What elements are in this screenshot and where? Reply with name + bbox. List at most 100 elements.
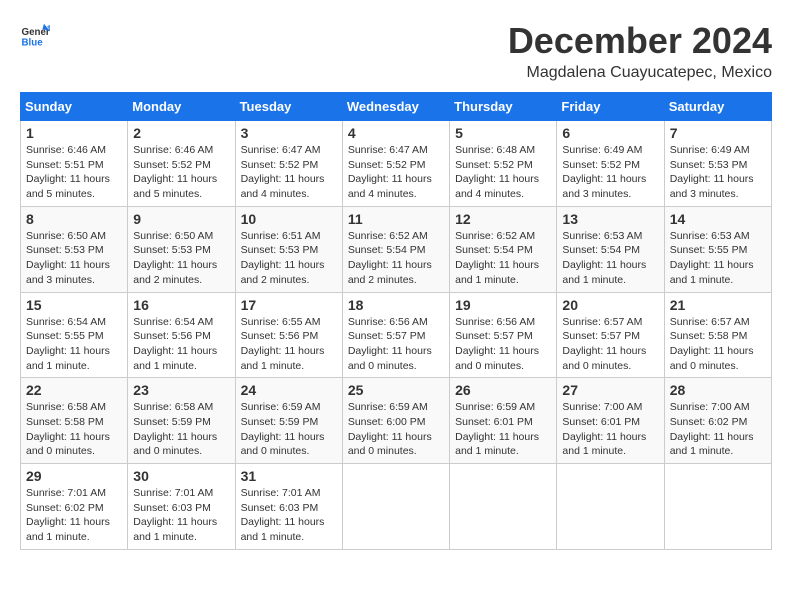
day-info: Sunrise: 6:52 AM Sunset: 5:54 PM Dayligh… <box>455 229 551 288</box>
calendar-cell: 18 Sunrise: 6:56 AM Sunset: 5:57 PM Dayli… <box>342 292 449 378</box>
calendar-cell: 4 Sunrise: 6:47 AM Sunset: 5:52 PM Daylig… <box>342 121 449 207</box>
day-number: 24 <box>241 382 337 398</box>
day-info: Sunrise: 6:55 AM Sunset: 5:56 PM Dayligh… <box>241 315 337 374</box>
day-number: 23 <box>133 382 229 398</box>
day-number: 18 <box>348 297 444 313</box>
calendar-cell: 9Sunrise: 6:50 AM Sunset: 5:53 PM Daylig… <box>128 206 235 292</box>
day-info: Sunrise: 6:56 AM Sunset: 5:57 PM Dayligh… <box>348 315 444 374</box>
day-number: 27 <box>562 382 658 398</box>
day-info: Sunrise: 6:47 AM Sunset: 5:52 PM Dayligh… <box>241 143 337 202</box>
day-info: Sunrise: 6:58 AM Sunset: 5:59 PM Dayligh… <box>133 400 229 459</box>
day-number: 1 <box>26 125 122 141</box>
day-info: Sunrise: 7:01 AM Sunset: 6:03 PM Dayligh… <box>241 486 337 545</box>
svg-text:Blue: Blue <box>22 38 44 49</box>
calendar-cell: 22 Sunrise: 6:58 AM Sunset: 5:58 PM Dayli… <box>21 378 128 464</box>
day-info: Sunrise: 6:49 AM Sunset: 5:52 PM Dayligh… <box>562 143 658 202</box>
calendar-cell: 15 Sunrise: 6:54 AM Sunset: 5:55 PM Dayli… <box>21 292 128 378</box>
week-row: 8 Sunrise: 6:50 AM Sunset: 5:53 PM Daylig… <box>21 206 772 292</box>
day-number: 19 <box>455 297 551 313</box>
weekday-header: Monday <box>128 93 235 121</box>
calendar-cell: 25Sunrise: 6:59 AM Sunset: 6:00 PM Dayli… <box>342 378 449 464</box>
day-number: 10 <box>241 211 337 227</box>
weekday-header: Saturday <box>664 93 771 121</box>
week-row: 29 Sunrise: 7:01 AM Sunset: 6:02 PM Dayli… <box>21 464 772 550</box>
calendar-table: SundayMondayTuesdayWednesdayThursdayFrid… <box>20 92 772 550</box>
weekday-header: Thursday <box>450 93 557 121</box>
day-info: Sunrise: 6:50 AM Sunset: 5:53 PM Dayligh… <box>26 229 122 288</box>
day-info: Sunrise: 6:54 AM Sunset: 5:55 PM Dayligh… <box>26 315 122 374</box>
day-number: 29 <box>26 468 122 484</box>
day-number: 22 <box>26 382 122 398</box>
week-row: 15 Sunrise: 6:54 AM Sunset: 5:55 PM Dayli… <box>21 292 772 378</box>
day-number: 21 <box>670 297 766 313</box>
calendar-cell: 6 Sunrise: 6:49 AM Sunset: 5:52 PM Daylig… <box>557 121 664 207</box>
calendar-cell: 29 Sunrise: 7:01 AM Sunset: 6:02 PM Dayli… <box>21 464 128 550</box>
calendar-cell <box>664 464 771 550</box>
day-number: 16 <box>133 297 229 313</box>
day-info: Sunrise: 6:56 AM Sunset: 5:57 PM Dayligh… <box>455 315 551 374</box>
day-number: 6 <box>562 125 658 141</box>
calendar-cell: 12Sunrise: 6:52 AM Sunset: 5:54 PM Dayli… <box>450 206 557 292</box>
calendar-cell: 3 Sunrise: 6:47 AM Sunset: 5:52 PM Daylig… <box>235 121 342 207</box>
day-info: Sunrise: 6:59 AM Sunset: 6:00 PM Dayligh… <box>348 400 444 459</box>
day-number: 8 <box>26 211 122 227</box>
day-info: Sunrise: 6:46 AM Sunset: 5:51 PM Dayligh… <box>26 143 122 202</box>
calendar-cell: 14Sunrise: 6:53 AM Sunset: 5:55 PM Dayli… <box>664 206 771 292</box>
calendar-cell: 16 Sunrise: 6:54 AM Sunset: 5:56 PM Dayli… <box>128 292 235 378</box>
calendar-cell: 8 Sunrise: 6:50 AM Sunset: 5:53 PM Daylig… <box>21 206 128 292</box>
calendar-cell: 27 Sunrise: 7:00 AM Sunset: 6:01 PM Dayli… <box>557 378 664 464</box>
week-row: 1 Sunrise: 6:46 AM Sunset: 5:51 PM Daylig… <box>21 121 772 207</box>
calendar-cell: 10Sunrise: 6:51 AM Sunset: 5:53 PM Dayli… <box>235 206 342 292</box>
day-number: 15 <box>26 297 122 313</box>
day-number: 31 <box>241 468 337 484</box>
calendar-cell: 19 Sunrise: 6:56 AM Sunset: 5:57 PM Dayli… <box>450 292 557 378</box>
calendar-cell: 2 Sunrise: 6:46 AM Sunset: 5:52 PM Daylig… <box>128 121 235 207</box>
calendar-cell: 11Sunrise: 6:52 AM Sunset: 5:54 PM Dayli… <box>342 206 449 292</box>
day-number: 9 <box>133 211 229 227</box>
day-info: Sunrise: 7:01 AM Sunset: 6:03 PM Dayligh… <box>133 486 229 545</box>
week-row: 22 Sunrise: 6:58 AM Sunset: 5:58 PM Dayli… <box>21 378 772 464</box>
calendar-cell: 20Sunrise: 6:57 AM Sunset: 5:57 PM Dayli… <box>557 292 664 378</box>
weekday-header: Tuesday <box>235 93 342 121</box>
day-info: Sunrise: 6:52 AM Sunset: 5:54 PM Dayligh… <box>348 229 444 288</box>
month-title: December 2024 <box>508 20 772 62</box>
day-info: Sunrise: 6:47 AM Sunset: 5:52 PM Dayligh… <box>348 143 444 202</box>
day-info: Sunrise: 7:00 AM Sunset: 6:02 PM Dayligh… <box>670 400 766 459</box>
day-number: 5 <box>455 125 551 141</box>
day-number: 4 <box>348 125 444 141</box>
day-info: Sunrise: 6:58 AM Sunset: 5:58 PM Dayligh… <box>26 400 122 459</box>
weekday-header-row: SundayMondayTuesdayWednesdayThursdayFrid… <box>21 93 772 121</box>
day-info: Sunrise: 6:49 AM Sunset: 5:53 PM Dayligh… <box>670 143 766 202</box>
logo: General Blue <box>20 20 50 50</box>
weekday-header: Friday <box>557 93 664 121</box>
page-header: General Blue December 2024 Magdalena Cua… <box>20 20 772 82</box>
day-info: Sunrise: 6:59 AM Sunset: 5:59 PM Dayligh… <box>241 400 337 459</box>
day-number: 2 <box>133 125 229 141</box>
day-info: Sunrise: 6:53 AM Sunset: 5:54 PM Dayligh… <box>562 229 658 288</box>
calendar-cell: 17 Sunrise: 6:55 AM Sunset: 5:56 PM Dayli… <box>235 292 342 378</box>
day-info: Sunrise: 7:00 AM Sunset: 6:01 PM Dayligh… <box>562 400 658 459</box>
calendar-cell: 1 Sunrise: 6:46 AM Sunset: 5:51 PM Daylig… <box>21 121 128 207</box>
day-number: 20 <box>562 297 658 313</box>
day-info: Sunrise: 7:01 AM Sunset: 6:02 PM Dayligh… <box>26 486 122 545</box>
day-number: 26 <box>455 382 551 398</box>
day-number: 13 <box>562 211 658 227</box>
day-number: 14 <box>670 211 766 227</box>
calendar-cell <box>450 464 557 550</box>
title-section: December 2024 Magdalena Cuayucatepec, Me… <box>508 20 772 82</box>
calendar-cell: 13 Sunrise: 6:53 AM Sunset: 5:54 PM Dayli… <box>557 206 664 292</box>
day-number: 17 <box>241 297 337 313</box>
calendar-cell <box>557 464 664 550</box>
day-info: Sunrise: 6:54 AM Sunset: 5:56 PM Dayligh… <box>133 315 229 374</box>
calendar-cell: 28Sunrise: 7:00 AM Sunset: 6:02 PM Dayli… <box>664 378 771 464</box>
calendar-cell: 30 Sunrise: 7:01 AM Sunset: 6:03 PM Dayli… <box>128 464 235 550</box>
location-title: Magdalena Cuayucatepec, Mexico <box>508 64 772 82</box>
day-number: 3 <box>241 125 337 141</box>
day-info: Sunrise: 6:46 AM Sunset: 5:52 PM Dayligh… <box>133 143 229 202</box>
day-number: 30 <box>133 468 229 484</box>
calendar-cell: 31 Sunrise: 7:01 AM Sunset: 6:03 PM Dayli… <box>235 464 342 550</box>
day-info: Sunrise: 6:57 AM Sunset: 5:58 PM Dayligh… <box>670 315 766 374</box>
calendar-cell: 23 Sunrise: 6:58 AM Sunset: 5:59 PM Dayli… <box>128 378 235 464</box>
weekday-header: Sunday <box>21 93 128 121</box>
weekday-header: Wednesday <box>342 93 449 121</box>
